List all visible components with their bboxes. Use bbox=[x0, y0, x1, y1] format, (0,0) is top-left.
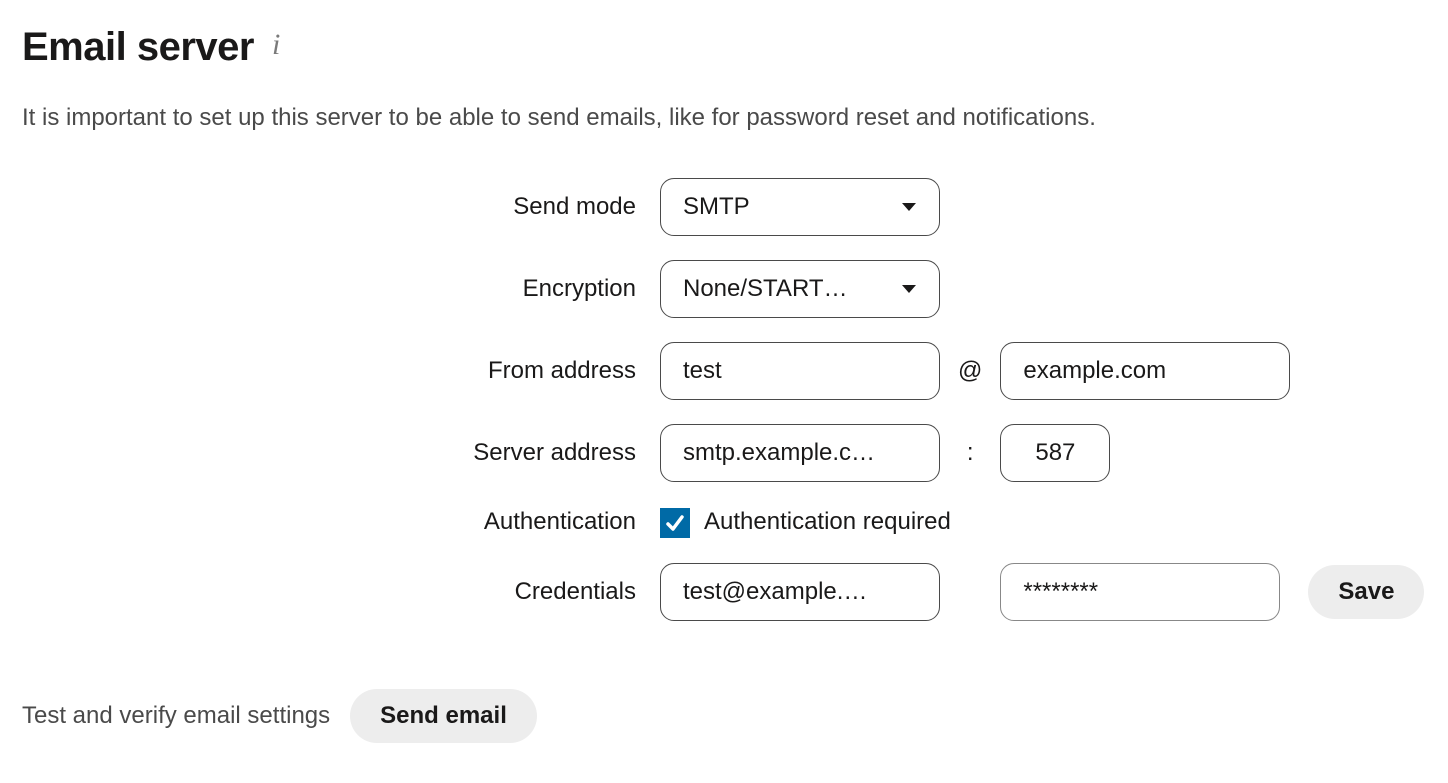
from-local-value: test bbox=[683, 355, 722, 387]
from-domain-input[interactable]: example.com bbox=[1000, 342, 1290, 400]
page-title: Email server i bbox=[22, 20, 1426, 74]
chevron-down-icon bbox=[901, 202, 917, 212]
send-mode-select[interactable]: SMTP bbox=[660, 178, 940, 236]
server-host-value: smtp.example.c… bbox=[683, 437, 875, 469]
save-button-label: Save bbox=[1338, 578, 1394, 606]
colon-separator: : bbox=[958, 437, 982, 469]
send-email-button-label: Send email bbox=[380, 702, 507, 730]
authentication-row: Authentication required bbox=[660, 506, 1424, 538]
auth-required-checkbox[interactable] bbox=[660, 508, 690, 538]
server-port-input[interactable]: 587 bbox=[1000, 424, 1110, 482]
email-server-settings: Email server i It is important to set up… bbox=[0, 0, 1448, 783]
encryption-select[interactable]: None/START… bbox=[660, 260, 940, 318]
email-server-form: Send mode SMTP Encryption None/START… Fr… bbox=[22, 178, 1426, 620]
credentials-user-value: test@example.… bbox=[683, 576, 867, 608]
server-host-input[interactable]: smtp.example.c… bbox=[660, 424, 940, 482]
send-email-button[interactable]: Send email bbox=[350, 689, 537, 743]
info-icon[interactable]: i bbox=[272, 30, 280, 64]
credentials-password-value: ******** bbox=[1023, 576, 1098, 608]
at-separator: @ bbox=[958, 355, 982, 387]
send-mode-value: SMTP bbox=[683, 191, 895, 223]
authentication-label: Authentication bbox=[22, 506, 642, 538]
from-address-label: From address bbox=[22, 355, 642, 387]
test-email-label: Test and verify email settings bbox=[22, 700, 330, 732]
save-button[interactable]: Save bbox=[1308, 565, 1424, 619]
chevron-down-icon bbox=[901, 284, 917, 294]
encryption-label: Encryption bbox=[22, 273, 642, 305]
page-title-text: Email server bbox=[22, 20, 254, 74]
credentials-password-input[interactable]: ******** bbox=[1000, 563, 1280, 621]
auth-required-text: Authentication required bbox=[704, 506, 951, 538]
from-domain-value: example.com bbox=[1023, 355, 1166, 387]
from-local-input[interactable]: test bbox=[660, 342, 940, 400]
credentials-label: Credentials bbox=[22, 576, 642, 608]
server-address-label: Server address bbox=[22, 437, 642, 469]
server-port-value: 587 bbox=[1035, 437, 1075, 469]
page-description: It is important to set up this server to… bbox=[22, 102, 1426, 134]
send-mode-label: Send mode bbox=[22, 191, 642, 223]
test-email-row: Test and verify email settings Send emai… bbox=[22, 689, 1426, 743]
encryption-value: None/START… bbox=[683, 273, 895, 305]
credentials-user-input[interactable]: test@example.… bbox=[660, 563, 940, 621]
